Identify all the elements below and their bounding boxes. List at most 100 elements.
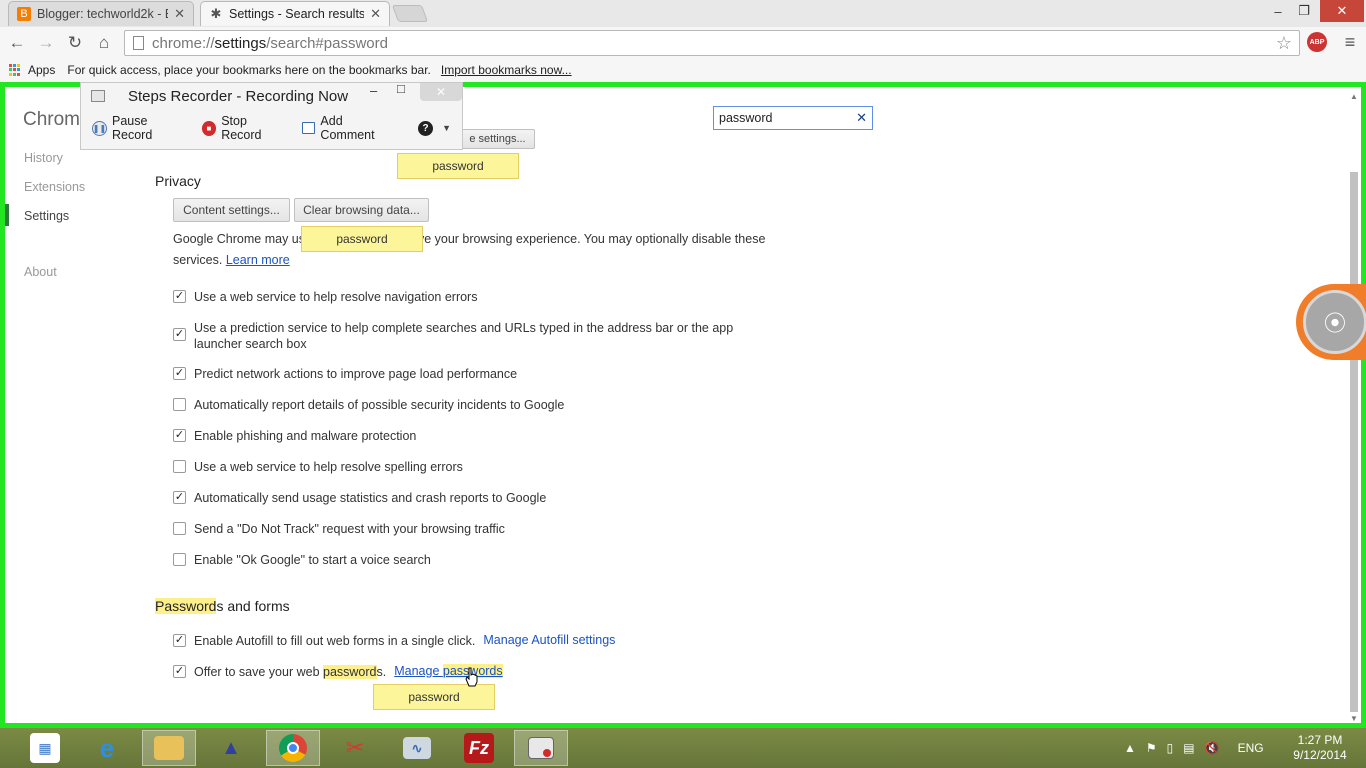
tab-settings[interactable]: ✱ Settings - Search results ✕	[200, 1, 390, 26]
bookmarks-hint: For quick access, place your bookmarks h…	[67, 63, 431, 77]
taskbar-chrome[interactable]	[266, 730, 320, 766]
forward-icon[interactable]: →	[35, 32, 57, 54]
checkbox[interactable]: ✓	[173, 491, 186, 504]
back-icon[interactable]: ←	[6, 32, 28, 54]
privacy-option-phishing[interactable]: ✓ Enable phishing and malware protection	[173, 428, 773, 444]
apps-shortcut[interactable]: Apps	[28, 63, 55, 77]
privacy-option-nav-errors[interactable]: ✓ Use a web service to help resolve navi…	[173, 289, 773, 305]
taskbar-file-explorer[interactable]	[142, 730, 196, 766]
chrome-icon	[279, 734, 307, 762]
checkbox-label: Use a web service to help resolve spelli…	[194, 460, 463, 474]
stop-record-button[interactable]: ■ Stop Record	[201, 114, 289, 142]
clear-browsing-data-button[interactable]: Clear browsing data...	[294, 198, 429, 222]
page-scrollbar[interactable]: ▲ ▼	[1349, 92, 1359, 723]
privacy-option-spelling[interactable]: Use a web service to help resolve spelli…	[173, 459, 773, 475]
sidebar-item-history[interactable]: History	[24, 151, 63, 165]
sidebar-item-about[interactable]: About	[24, 265, 57, 279]
privacy-description: Google Chrome may use ve your browsing ex…	[173, 229, 773, 271]
checkbox-label: Send a "Do Not Track" request with your …	[194, 522, 505, 536]
clock[interactable]: 1:27 PM 9/12/2014	[1280, 733, 1360, 763]
reload-icon[interactable]: ↻	[64, 32, 86, 54]
scissors-icon: ✂	[345, 735, 365, 760]
adblock-icon[interactable]: ABP	[1307, 32, 1327, 52]
checkbox[interactable]: ✓	[173, 328, 186, 341]
checkbox[interactable]: ✓	[173, 429, 186, 442]
maximize-button[interactable]: ❐	[1292, 0, 1316, 22]
add-comment-label: Add Comment	[320, 114, 375, 142]
manage-passwords-link[interactable]: Manage passwords	[394, 664, 503, 678]
video-camera-icon: ⦿	[1303, 290, 1366, 354]
new-tab-button[interactable]	[391, 5, 429, 22]
scrollbar-thumb[interactable]	[1350, 172, 1358, 712]
import-bookmarks-link[interactable]: Import bookmarks now...	[441, 63, 572, 77]
battery-icon[interactable]: ▯	[1167, 741, 1174, 755]
taskbar-resource-monitor[interactable]: ∿	[390, 730, 444, 766]
close-tab-icon[interactable]: ✕	[370, 6, 381, 22]
recorder-maximize-button[interactable]: □	[397, 81, 405, 96]
bookmark-star-icon[interactable]: ☆	[1276, 33, 1292, 54]
privacy-option-usage-stats[interactable]: ✓ Automatically send usage statistics an…	[173, 490, 773, 506]
privacy-option-do-not-track[interactable]: Send a "Do Not Track" request with your …	[173, 521, 773, 537]
taskbar-steps-recorder[interactable]	[514, 730, 568, 766]
sidebar-item-extensions[interactable]: Extensions	[24, 180, 85, 194]
checkbox[interactable]	[173, 460, 186, 473]
apps-icon[interactable]	[9, 63, 22, 77]
screen-recorder-badge[interactable]: ⦿	[1296, 284, 1366, 360]
privacy-option-ok-google[interactable]: Enable "Ok Google" to start a voice sear…	[173, 552, 773, 568]
pause-record-button[interactable]: ❚❚ Pause Record	[92, 114, 189, 142]
manage-autofill-link[interactable]: Manage Autofill settings	[483, 633, 615, 647]
home-icon[interactable]: ⌂	[93, 32, 115, 54]
sidebar-item-settings[interactable]: Settings	[24, 209, 69, 223]
action-center-icon[interactable]: ⚑	[1146, 741, 1157, 755]
checkbox-label: Use a prediction service to help complet…	[194, 321, 734, 351]
checkbox[interactable]	[173, 553, 186, 566]
network-icon[interactable]: ▤	[1183, 741, 1194, 755]
recorder-toolbar: ❚❚ Pause Record ■ Stop Record Add Commen…	[87, 114, 459, 142]
blogger-icon: B	[17, 7, 31, 21]
url-path: /search#password	[266, 34, 388, 52]
privacy-option-prediction[interactable]: ✓ Use a prediction service to help compl…	[173, 320, 763, 352]
privacy-option-security-reports[interactable]: Automatically report details of possible…	[173, 397, 773, 413]
recorder-close-button[interactable]: ✕	[420, 83, 462, 101]
privacy-desc-end: ve your browsing experience. You may opt…	[417, 232, 766, 246]
checkbox[interactable]: ✓	[173, 665, 186, 678]
checkbox-label: Enable Autofill to fill out web forms in…	[194, 634, 476, 648]
checkbox[interactable]: ✓	[173, 367, 186, 380]
close-window-button[interactable]: ✕	[1320, 0, 1364, 22]
checkbox[interactable]	[173, 398, 186, 411]
learn-more-link[interactable]: Learn more	[226, 253, 290, 267]
help-button[interactable]: ? ▼	[418, 120, 451, 136]
checkbox[interactable]: ✓	[173, 290, 186, 303]
clear-search-icon[interactable]: ✕	[856, 110, 867, 126]
start-button[interactable]: ▦	[18, 730, 72, 766]
start-grid-icon: ▦	[30, 733, 60, 763]
privacy-option-predict-network[interactable]: ✓ Predict network actions to improve pag…	[173, 366, 773, 382]
search-match-bubble: password	[301, 226, 423, 252]
add-comment-button[interactable]: Add Comment	[301, 114, 398, 142]
pause-label: Pause Record	[112, 114, 153, 142]
partial-settings-button[interactable]: e settings...	[460, 129, 535, 149]
close-tab-icon[interactable]: ✕	[174, 6, 185, 22]
checkbox-label: Use a web service to help resolve naviga…	[194, 290, 478, 304]
recorder-minimize-button[interactable]: –	[370, 83, 377, 98]
stop-label: Stop Record	[221, 114, 262, 142]
menu-icon[interactable]: ≡	[1340, 32, 1360, 52]
tab-blogger[interactable]: B Blogger: techworld2k - Ed ✕	[8, 1, 194, 26]
checkbox-label: Predict network actions to improve page …	[194, 367, 518, 381]
address-bar[interactable]: chrome://settings/search#password ☆	[124, 30, 1300, 56]
taskbar-internet-explorer[interactable]: e	[80, 730, 134, 766]
volume-muted-icon[interactable]: 🔇	[1205, 741, 1220, 755]
taskbar-filezilla[interactable]: Fz	[452, 730, 506, 766]
language-indicator[interactable]: ENG	[1238, 741, 1264, 755]
autofill-option[interactable]: ✓ Enable Autofill to fill out web forms …	[173, 633, 773, 649]
chevron-down-icon[interactable]: ▼	[442, 123, 451, 133]
minimize-button[interactable]: –	[1266, 0, 1290, 22]
taskbar-app-aviator[interactable]: ▲	[204, 730, 258, 766]
tray-overflow-icon[interactable]: ▲	[1124, 741, 1136, 755]
taskbar-snipping-tool[interactable]: ✂	[328, 730, 382, 766]
tab-title: Settings - Search results	[229, 7, 365, 21]
content-settings-button[interactable]: Content settings...	[173, 198, 290, 222]
search-settings-input[interactable]: password ✕	[713, 106, 873, 130]
checkbox[interactable]	[173, 522, 186, 535]
checkbox[interactable]: ✓	[173, 634, 186, 647]
